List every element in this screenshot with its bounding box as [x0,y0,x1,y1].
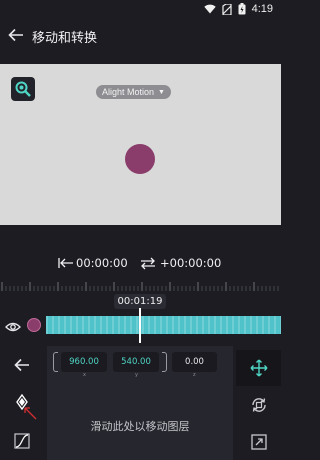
easing-curve-button[interactable] [8,427,36,455]
y-axis-label: y [135,372,138,378]
ruler-ticks [1,282,279,291]
x-axis-label: x [83,372,86,378]
no-sim-icon [221,3,232,15]
layer-clip[interactable] [46,316,281,334]
left-toolbar [0,343,44,460]
link-bracket-left [53,352,58,372]
status-bar: 4:19 [0,0,281,18]
watermark-label: Alight Motion [102,87,155,97]
z-position-field[interactable]: 0.00 [172,352,217,372]
timeline-ruler[interactable] [0,280,281,294]
app-bar: 移动和转换 [0,18,281,52]
x-position-field[interactable]: 960.00 [61,352,107,372]
time-row: 00:00:00 +00:00:00 [0,252,281,276]
y-position-field[interactable]: 540.00 [113,352,159,372]
preview-area: Alight Motion ▼ [0,52,281,244]
status-time: 4:19 [251,3,273,15]
eye-icon [5,322,21,332]
caret-down-icon: ▼ [158,88,165,96]
scale-tool-button[interactable] [236,424,281,460]
status-icons: 4:19 [203,2,273,16]
start-time[interactable]: 00:00:00 [58,256,128,270]
project-canvas[interactable]: Alight Motion ▼ [0,64,281,225]
playhead-time: 00:01:19 [114,294,166,309]
magnifier-icon [15,81,31,97]
easing-curve-icon [14,433,30,449]
move-transform-panel[interactable]: 960.00 x 540.00 y 0.00 z 滑动此处以移动图层 [47,346,233,460]
circle-layer[interactable] [125,144,155,174]
arrow-left-icon [8,28,23,42]
back-to-layer-button[interactable] [8,351,36,379]
bottom-panel: 960.00 x 540.00 y 0.00 z 滑动此处以移动图层 [0,343,281,460]
wifi-icon [203,4,216,14]
swap-arrows-icon [141,257,155,269]
drag-hint: 滑动此处以移动图层 [90,420,190,433]
start-time-label: 00:00:00 [76,256,128,270]
duration[interactable]: +00:00:00 [140,256,221,270]
back-button[interactable] [4,23,28,47]
red-pointer-arrow-icon [24,407,37,420]
visibility-toggle[interactable] [5,318,21,332]
move-arrows-icon [250,359,267,377]
rotate-tool-button[interactable] [236,387,281,423]
arrow-left-icon [14,358,29,372]
move-tool-button[interactable] [236,350,281,386]
z-axis-label: z [193,372,196,378]
zoom-tool-button[interactable] [11,77,35,101]
scale-icon [250,434,267,450]
right-toolbar [236,346,281,460]
duration-label: +00:00:00 [160,256,222,270]
link-bracket-right [162,352,167,372]
keyframe-button[interactable] [8,388,37,420]
watermark-badge[interactable]: Alight Motion ▼ [96,85,171,99]
jump-to-start-icon [58,258,73,268]
rotate-icon [251,398,266,412]
playhead[interactable] [139,308,141,346]
layer-thumbnail[interactable] [27,318,41,332]
battery-charging-icon [238,3,246,15]
page-title: 移动和转换 [32,31,98,46]
